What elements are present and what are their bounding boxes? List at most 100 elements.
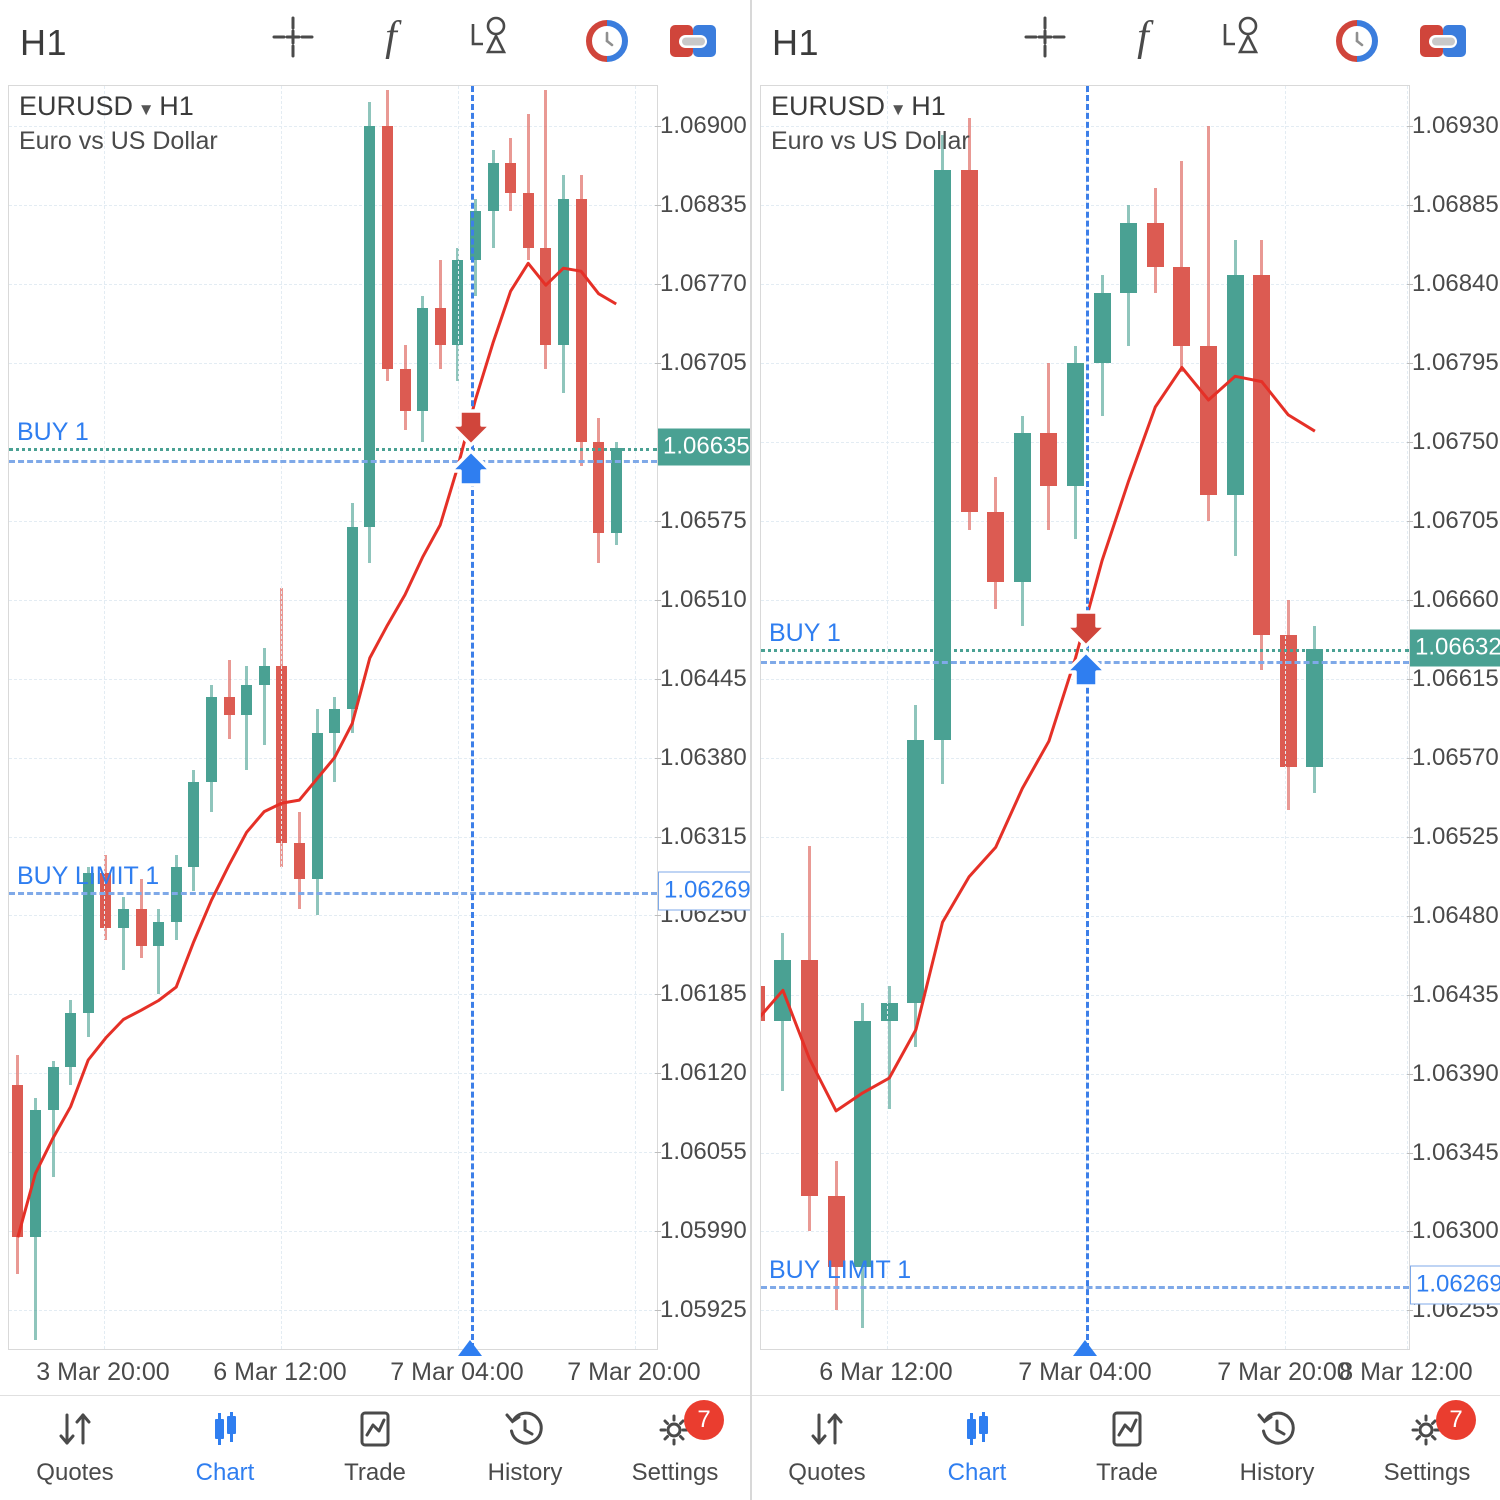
objects-icon[interactable] (1218, 14, 1264, 60)
candle-body (505, 163, 516, 193)
settings-badge: 7 (1436, 1400, 1476, 1440)
nav-item-settings[interactable]: Settings 7 (1362, 1406, 1492, 1487)
grid-line-horizontal (761, 1310, 1409, 1311)
timeframe-label-right[interactable]: H1 (772, 22, 819, 64)
sell-deal-arrow (1066, 612, 1106, 646)
nav-item-quotes[interactable]: Quotes (10, 1406, 140, 1487)
crosshair-icon[interactable] (1022, 14, 1068, 60)
nav-item-settings[interactable]: Settings 7 (610, 1406, 740, 1487)
candle-body (12, 1085, 23, 1237)
nav-label-settings: Settings (632, 1459, 719, 1487)
nav-item-chart[interactable]: Chart (160, 1406, 290, 1487)
price-axis-tick: 1.06705 (660, 349, 747, 377)
objects-icon[interactable] (466, 14, 512, 60)
grid-line-horizontal (761, 442, 1409, 443)
symbol-description-left: Euro vs US Dollar (19, 126, 218, 156)
buy-deal-arrow (1066, 652, 1106, 686)
price-axis-tick: 1.05990 (660, 1217, 747, 1245)
candle-body (760, 986, 765, 1021)
connection-icon[interactable] (670, 22, 716, 60)
symbol-name: EURUSD (19, 91, 133, 121)
crosshair-icon[interactable] (270, 14, 316, 60)
candle-body (382, 126, 393, 369)
current-price-badge[interactable]: 1.06632 (1410, 630, 1500, 667)
price-axis-tick: 1.06525 (1412, 823, 1499, 851)
nav-item-quotes[interactable]: Quotes (762, 1406, 892, 1487)
timeframe-label[interactable]: H1 (20, 22, 67, 64)
grid-line-horizontal (761, 995, 1409, 996)
pending-order-price-badge[interactable]: 1.06269 (1410, 1265, 1500, 1304)
position-level-line[interactable] (9, 448, 657, 451)
deal-marker-group[interactable] (440, 405, 502, 491)
svg-text:f: f (1137, 14, 1154, 60)
nav-item-trade[interactable]: Trade (1062, 1406, 1192, 1487)
level-label[interactable]: BUY 1 (17, 418, 89, 447)
price-axis-left[interactable]: 1.069001.068351.067701.067051.065751.065… (660, 85, 755, 1350)
market-clock-icon[interactable] (1336, 20, 1378, 62)
chevron-down-icon[interactable]: ▼ (133, 100, 159, 119)
nav-label-history: History (488, 1459, 563, 1487)
grid-line-horizontal (761, 600, 1409, 601)
candle-body (1280, 635, 1297, 767)
nav-item-chart[interactable]: Chart (912, 1406, 1042, 1487)
candle-body (1040, 433, 1057, 486)
position-level-line-secondary[interactable] (9, 460, 657, 463)
price-plot-left[interactable]: EURUSD ▼ H1 Euro vs US Dollar BUY 1 BUY L… (8, 85, 658, 1350)
pending-order-level-line[interactable] (9, 892, 657, 895)
price-axis-tick: 1.06615 (1412, 665, 1499, 693)
deal-marker-group[interactable] (1055, 606, 1117, 692)
symbol-timeframe: H1 (911, 91, 946, 121)
price-axis-tick: 1.06480 (1412, 902, 1499, 930)
chart-area-left[interactable]: EURUSD ▼ H1 Euro vs US Dollar BUY 1 BUY L… (8, 85, 658, 1350)
candle-body (1306, 649, 1323, 767)
time-axis-tick: 7 Mar 20:00 (567, 1358, 700, 1387)
candle-body (593, 442, 604, 533)
chart-pane-left: H1 f (0, 0, 750, 1500)
grid-line-horizontal (9, 1310, 657, 1311)
grid-line-vertical (887, 86, 888, 1349)
nav-item-history[interactable]: History (1212, 1406, 1342, 1487)
cursor-time-marker[interactable] (1073, 1340, 1097, 1356)
quotes-icon (53, 1406, 97, 1452)
cursor-vertical-line[interactable] (1086, 86, 1089, 1349)
grid-line-vertical (104, 86, 105, 1349)
pending-order-price-badge[interactable]: 1.06269 (658, 872, 757, 911)
candle-body (801, 960, 818, 1197)
level-label[interactable]: BUY 1 (769, 619, 841, 648)
time-axis-tick: 8 Mar 12:00 (1339, 1358, 1472, 1387)
toolbar-icon-group: f (270, 14, 512, 60)
time-axis-right[interactable]: 6 Mar 12:007 Mar 04:007 Mar 20:008 Mar 1… (760, 1352, 1500, 1398)
current-price-badge[interactable]: 1.06635 (658, 428, 755, 465)
indicators-icon[interactable]: f (368, 14, 414, 60)
level-label[interactable]: BUY LIMIT 1 (769, 1256, 911, 1285)
price-plot-right[interactable]: EURUSD ▼ H1 Euro vs US Dollar BUY 1BUY L… (760, 85, 1410, 1350)
price-axis-right[interactable]: 1.069301.068851.068401.067951.067501.067… (1412, 85, 1500, 1350)
chevron-down-icon[interactable]: ▼ (885, 100, 911, 119)
cursor-vertical-line[interactable] (471, 86, 474, 1349)
market-clock-icon[interactable] (586, 20, 628, 62)
nav-item-trade[interactable]: Trade (310, 1406, 440, 1487)
price-axis-tick: 1.06660 (1412, 586, 1499, 614)
indicators-icon[interactable]: f (1120, 14, 1166, 60)
chart-pane-right: H1 f (750, 0, 1500, 1500)
price-axis-tick: 1.06900 (660, 112, 747, 140)
toolbar-left: H1 f (0, 0, 750, 85)
toolbar-icon-group-right: f (1022, 14, 1264, 60)
cursor-time-marker[interactable] (458, 1340, 482, 1356)
candle-wick (245, 666, 248, 769)
grid-line-horizontal (761, 284, 1409, 285)
pending-order-level-line[interactable] (761, 1286, 1409, 1289)
candle-body (934, 170, 951, 740)
time-axis-left[interactable]: 3 Mar 20:006 Mar 12:007 Mar 04:007 Mar 2… (8, 1352, 750, 1398)
nav-item-history[interactable]: History (460, 1406, 590, 1487)
chart-area-right[interactable]: EURUSD ▼ H1 Euro vs US Dollar BUY 1BUY L… (760, 85, 1410, 1350)
level-label[interactable]: BUY LIMIT 1 (17, 862, 159, 891)
connection-icon[interactable] (1420, 22, 1466, 60)
grid-line-horizontal (761, 837, 1409, 838)
chart-icon (955, 1406, 999, 1452)
symbol-header-left: EURUSD ▼ H1 Euro vs US Dollar (19, 90, 218, 156)
nav-label-chart: Chart (948, 1459, 1007, 1487)
grid-line-horizontal (761, 916, 1409, 917)
candle-body (206, 697, 217, 782)
quotes-icon (805, 1406, 849, 1452)
